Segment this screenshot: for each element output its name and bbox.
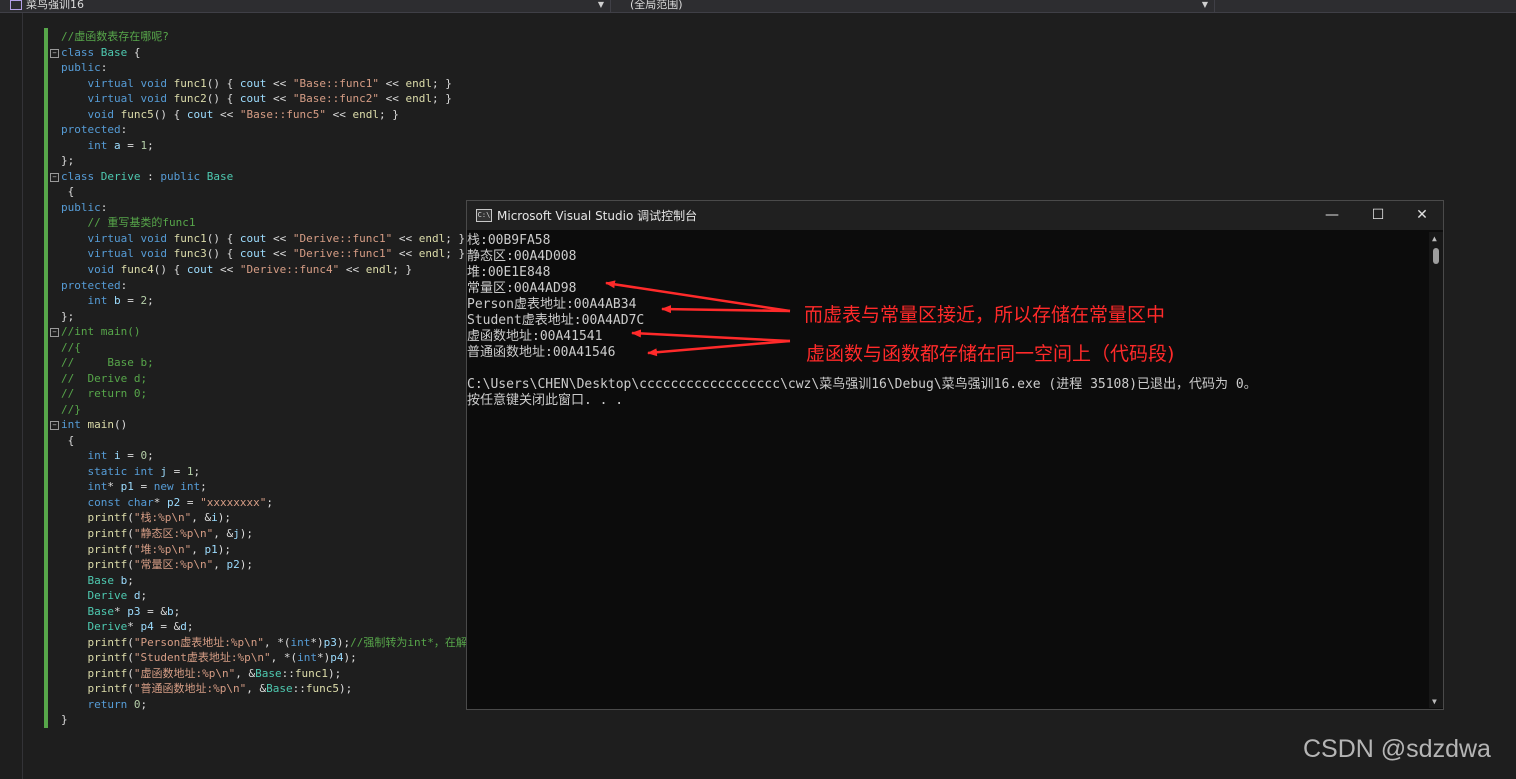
function-annotation: 虚函数与函数都存储在同一空间上（代码段) xyxy=(806,343,1175,365)
arrow-to-constant-area xyxy=(605,280,791,313)
vtable-annotation: 而虚表与常量区接近，所以存储在常量区中 xyxy=(804,304,1166,326)
arrow-to-normal-func xyxy=(647,339,791,357)
annotation-arrows xyxy=(605,280,791,357)
csdn-watermark: CSDN @sdzdwa xyxy=(1303,735,1491,763)
arrow-to-virtual-func xyxy=(631,329,791,343)
